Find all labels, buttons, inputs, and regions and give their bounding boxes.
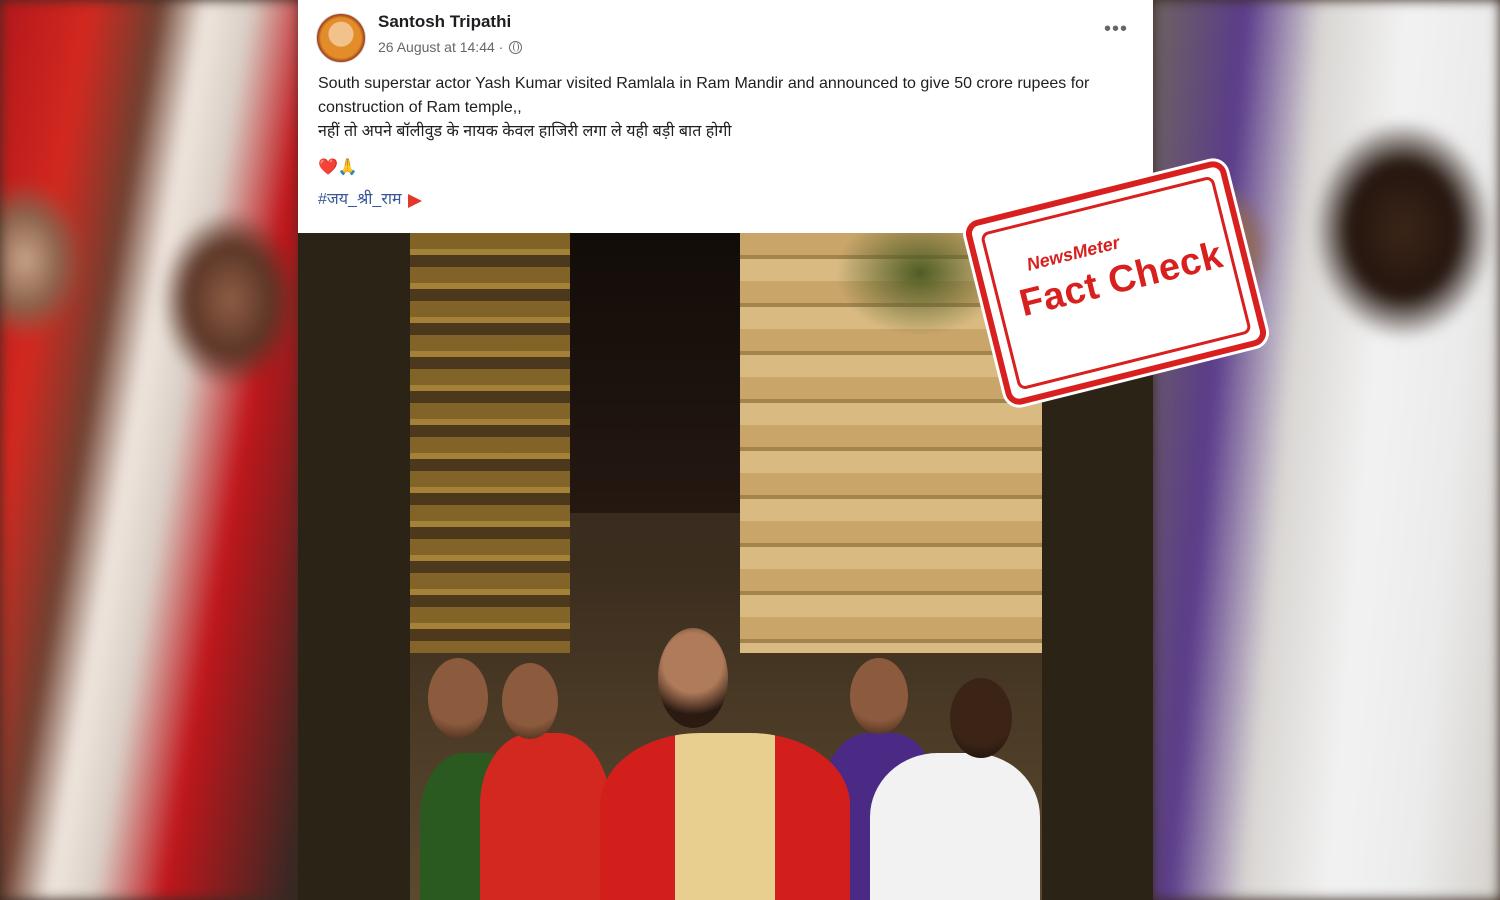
- post-text-english: South superstar actor Yash Kumar visited…: [318, 75, 1090, 116]
- person-figure: [600, 733, 850, 900]
- post-header: Santosh Tripathi 26 August at 14:44 · ••…: [298, 0, 1153, 63]
- fact-check-graphic: Santosh Tripathi 26 August at 14:44 · ••…: [0, 0, 1500, 900]
- post-meta: 26 August at 14:44 ·: [378, 39, 523, 55]
- flag-icon: [407, 194, 422, 208]
- globe-icon: [509, 40, 523, 54]
- person-head: [502, 663, 558, 739]
- person-head: [428, 658, 488, 738]
- more-options-icon[interactable]: •••: [1104, 19, 1128, 39]
- post-body: South superstar actor Yash Kumar visited…: [318, 72, 1138, 212]
- blurred-background-right: [1153, 0, 1500, 900]
- person-head: [950, 678, 1012, 758]
- emoji-row: ❤️🙏: [318, 156, 1138, 180]
- person-figure: [870, 753, 1040, 900]
- temple-wall-left: [410, 233, 570, 653]
- hashtag-link[interactable]: #जय_श्री_राम: [318, 188, 402, 212]
- person-head: [850, 658, 908, 734]
- temple-doorway: [570, 233, 740, 513]
- post-photo[interactable]: [410, 233, 1042, 900]
- post-text-hindi: नहीं तो अपने बॉलीवुड के नायक केवल हाजिरी…: [318, 123, 732, 140]
- post-timestamp[interactable]: 26 August at 14:44 ·: [378, 39, 503, 55]
- blurred-background-left: [0, 0, 300, 900]
- person-head: [658, 628, 728, 728]
- facebook-post-card: Santosh Tripathi 26 August at 14:44 · ••…: [298, 0, 1153, 900]
- avatar[interactable]: [316, 13, 366, 63]
- author-name[interactable]: Santosh Tripathi: [378, 12, 511, 32]
- heart-pray-emoji: ❤️🙏: [318, 159, 358, 176]
- person-figure: [480, 733, 610, 900]
- hashtag-row: #जय_श्री_राम: [318, 188, 1138, 212]
